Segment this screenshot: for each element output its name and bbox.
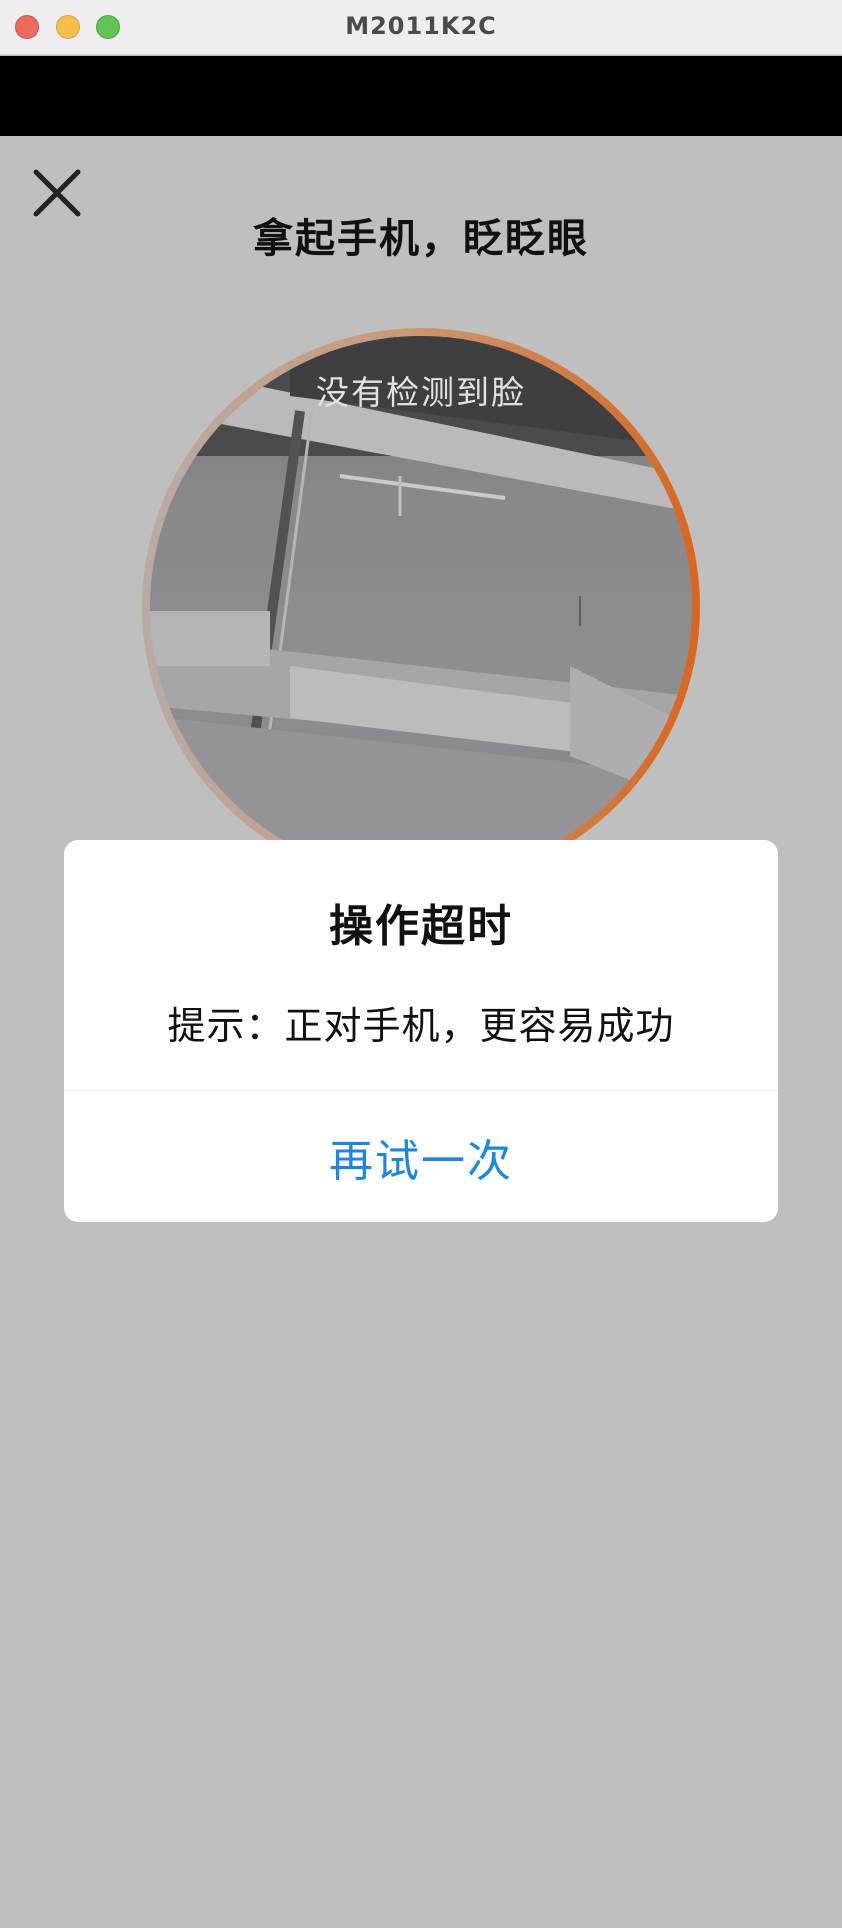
timeout-dialog: 操作超时 提示：正对手机，更容易成功 再试一次 [64,840,778,1222]
device-status-bar [0,56,842,136]
face-verification-screen: 拿起手机，眨眨眼 没有检测到脸 操作超时 提示：正对手机，更容易成功 再试一次 [0,136,842,1928]
camera-status-label: 没有检测到脸 [316,373,526,412]
dialog-message: 提示：正对手机，更容易成功 [167,1004,675,1048]
camera-feed-image [150,336,692,878]
camera-preview [150,336,692,878]
window-title: M2011K2C [345,12,497,40]
camera-progress-ring: 没有检测到脸 [142,328,700,886]
prompt-title: 拿起手机，眨眨眼 [253,216,589,262]
window-titlebar: M2011K2C [0,0,842,55]
dialog-title: 操作超时 [329,901,513,952]
retry-button[interactable]: 再试一次 [64,1091,778,1222]
